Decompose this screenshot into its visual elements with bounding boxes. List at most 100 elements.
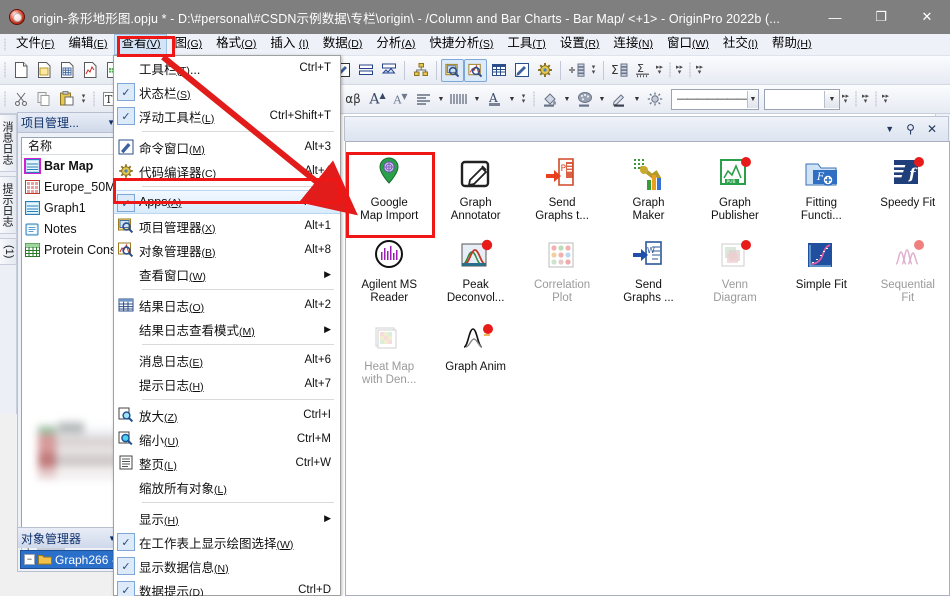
menu-item-2[interactable]: 查看(V) — [114, 34, 168, 55]
palette-icon[interactable] — [573, 88, 596, 111]
menu-item-7[interactable]: 分析(A) — [369, 34, 422, 55]
cut-icon[interactable] — [9, 88, 32, 111]
merge-graph-icon[interactable] — [409, 59, 432, 82]
style-overflow-button-3[interactable]: ▸▸ ▾ — [880, 88, 891, 111]
view-menu-item-9[interactable]: 对象管理器(B) Alt+8 — [114, 238, 340, 262]
app-item[interactable]: Heat Map with Den... — [346, 313, 432, 395]
view-menu-item-18[interactable]: 放大(Z) Ctrl+I — [114, 403, 340, 427]
font-color-icon[interactable]: A — [483, 88, 506, 111]
paste-icon[interactable] — [55, 88, 78, 111]
app-item[interactable]: P Send Graphs t... — [519, 149, 605, 231]
fill-color-dropdown-icon[interactable]: ▼ — [561, 88, 573, 111]
format-toolbar-grip-icon[interactable] — [0, 87, 9, 111]
view-menu-item-12[interactable]: 结果日志(O) Alt+2 — [114, 293, 340, 317]
view-menu-item-0[interactable]: 工具栏(T)... Ctrl+T — [114, 56, 340, 80]
chevron-down-icon[interactable]: ▼ — [885, 124, 894, 134]
app-item[interactable]: F Fitting Functi... — [778, 149, 864, 231]
toolbar-overflow-button[interactable]: ▾ ▾ — [588, 59, 599, 82]
statistics-on-rows-icon[interactable]: Σ — [631, 59, 654, 82]
project-explorer-toggle-icon[interactable] — [441, 58, 464, 82]
view-menu-item-8[interactable]: 项目管理器(X) Alt+1 — [114, 214, 340, 238]
vertical-tab-1[interactable]: 提示日志 — [0, 176, 17, 234]
app-item[interactable]: Graph Anim — [432, 313, 518, 395]
fill-pattern-combo[interactable]: ▼ — [764, 88, 840, 110]
menu-item-11[interactable]: 连接(N) — [606, 34, 660, 55]
new-project-icon[interactable] — [9, 59, 32, 82]
close-button[interactable]: ✕ — [904, 0, 950, 34]
menu-item-8[interactable]: 快捷分析(S) — [422, 34, 500, 55]
app-item[interactable]: Graph Annotator — [432, 149, 518, 231]
layer-contents-icon[interactable] — [354, 59, 377, 82]
vertical-tab-0[interactable]: 消息日志 — [0, 114, 17, 172]
format-overflow-button[interactable]: ▾ ▾ — [78, 88, 89, 111]
menu-item-4[interactable]: 格式(O) — [209, 34, 263, 55]
app-item[interactable]: Agilent MS Reader — [346, 231, 432, 313]
text-align-dropdown-icon[interactable]: ▼ — [435, 88, 447, 111]
object-manager-row[interactable]: − Graph266 - — [20, 550, 121, 569]
menu-grip-icon[interactable] — [0, 34, 9, 56]
toolbar-grip-icon-3[interactable] — [685, 58, 694, 82]
font-color-dropdown-icon[interactable]: ▼ — [506, 88, 518, 111]
increase-font-icon[interactable]: A▲ — [366, 88, 389, 111]
statistics-icon[interactable]: Σ — [608, 59, 631, 82]
brightness-icon[interactable] — [643, 88, 666, 111]
app-item[interactable]: Simple Fit — [778, 231, 864, 313]
view-menu-item-2[interactable]: ✓ 浮动工具栏(L) Ctrl+Shift+T — [114, 104, 340, 128]
fill-pattern-chevron-icon[interactable]: ▼ — [824, 90, 839, 108]
menu-item-0[interactable]: 文件(F) — [9, 34, 61, 55]
app-item[interactable]: Sequential Fit — [865, 231, 950, 313]
format-overflow-button-2[interactable]: ▾ ▾ — [518, 88, 529, 111]
view-menu-item-15[interactable]: 消息日志(E) Alt+6 — [114, 348, 340, 372]
menu-item-9[interactable]: 工具(T) — [500, 34, 552, 55]
palette-dropdown-icon[interactable]: ▼ — [596, 88, 608, 111]
menu-item-13[interactable]: 社交(I) — [716, 34, 765, 55]
new-workbook-icon[interactable] — [55, 59, 78, 82]
new-folder-icon[interactable] — [32, 59, 55, 82]
menu-item-6[interactable]: 数据(D) — [316, 34, 370, 55]
project-tree-row[interactable]: Europe_50M — [22, 176, 119, 197]
close-icon[interactable]: ✕ — [927, 122, 937, 136]
app-item[interactable]: Peak Deconvol... — [432, 231, 518, 313]
decrease-font-icon[interactable]: A▼ — [389, 88, 412, 111]
view-menu-item-13[interactable]: 结果日志查看模式(M) ▶ — [114, 317, 340, 341]
app-item[interactable]: Venn Diagram — [692, 231, 778, 313]
line-spacing-dropdown-icon[interactable]: ▼ — [471, 88, 483, 111]
view-menu-item-20[interactable]: 整页(L) Ctrl+W — [114, 451, 340, 475]
view-menu-item-23[interactable]: 显示(H) ▶ — [114, 506, 340, 530]
app-item[interactable]: Correlation Plot — [519, 231, 605, 313]
view-menu-item-24[interactable]: ✓ 在工作表上显示绘图选择(W) — [114, 530, 340, 554]
view-menu-item-4[interactable]: 命令窗口(M) Alt+3 — [114, 135, 340, 159]
menu-item-10[interactable]: 设置(R) — [553, 34, 607, 55]
toolbar-overflow-button-3[interactable]: ▸▸ ▾ — [674, 59, 685, 82]
format-toolbar-grip-icon-2[interactable] — [89, 87, 98, 111]
text-align-icon[interactable] — [412, 88, 435, 111]
menu-item-3[interactable]: 图(G) — [167, 34, 209, 55]
vertical-tab-2[interactable]: (1) — [0, 238, 17, 266]
view-menu-item-7[interactable]: ✓ Apps(A) Alt+9 — [114, 190, 340, 214]
line-style-chevron-icon[interactable]: ▼ — [747, 90, 758, 108]
toolbar-grip-icon-2[interactable] — [665, 58, 674, 82]
menu-item-12[interactable]: 窗口(W) — [660, 34, 716, 55]
line-color-icon[interactable] — [608, 88, 631, 111]
project-tree-row[interactable]: Protein Cons — [22, 239, 119, 260]
layer-management-icon[interactable] — [377, 59, 400, 82]
view-menu-item-25[interactable]: ✓ 显示数据信息(N) — [114, 554, 340, 578]
app-item[interactable]: PUB Graph Publisher — [692, 149, 778, 231]
app-item[interactable]: Graph Maker — [605, 149, 691, 231]
maximize-button[interactable]: ❐ — [858, 0, 904, 34]
results-log-toggle-icon[interactable] — [487, 59, 510, 82]
app-item[interactable]: W Send Graphs ... — [605, 231, 691, 313]
copy-icon[interactable] — [32, 88, 55, 111]
app-item[interactable]: f Speedy Fit — [865, 149, 950, 231]
add-new-columns-icon[interactable] — [565, 59, 588, 82]
style-toolbar-grip-icon[interactable] — [529, 87, 538, 111]
view-menu-item-21[interactable]: 缩放所有对象(L) — [114, 475, 340, 499]
project-tree-row[interactable]: Notes — [22, 218, 119, 239]
project-tree-row[interactable]: Bar Map — [22, 155, 119, 176]
view-menu-item-5[interactable]: 代码编译器(C) Alt+4 — [114, 159, 340, 183]
style-toolbar-grip-icon-3[interactable] — [871, 87, 880, 111]
line-spacing-icon[interactable] — [447, 88, 471, 111]
pin-icon[interactable]: ⚲ — [906, 122, 915, 136]
minimize-button[interactable]: — — [812, 0, 858, 34]
fill-color-icon[interactable] — [538, 88, 561, 111]
